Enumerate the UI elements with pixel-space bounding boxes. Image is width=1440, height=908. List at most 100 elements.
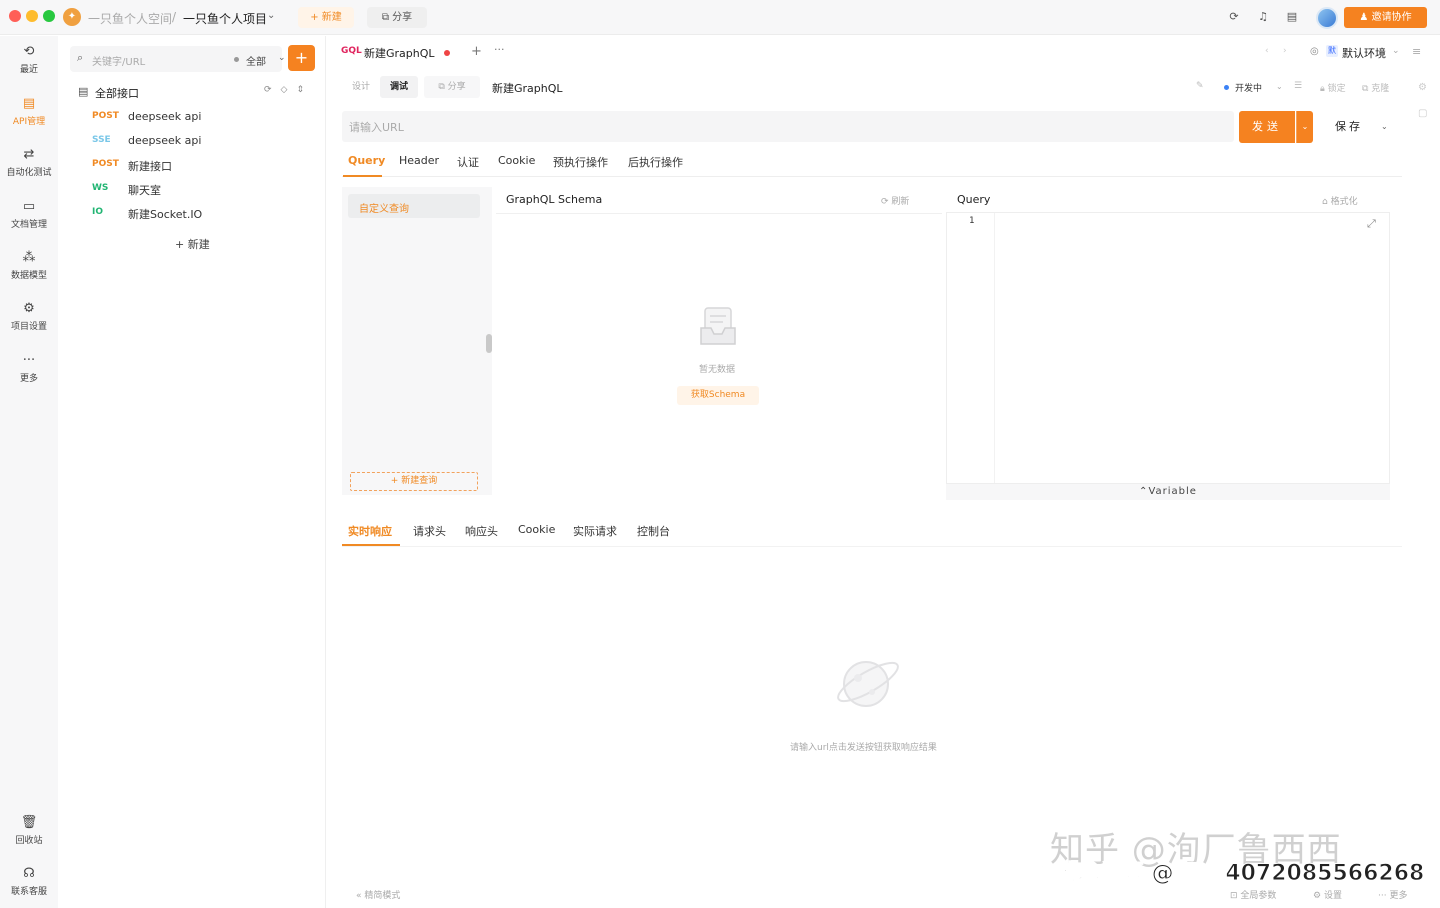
share-icon: ⧉ [381,12,393,23]
rail-item-trash[interactable]: 🗑 回收站 [0,815,58,846]
rail-item-automation[interactable]: ⇄ 自动化测试 [0,147,58,178]
breadcrumb-project[interactable]: 一只鱼个人项目 [183,10,267,27]
simple-mode-toggle[interactable]: « 精简模式 [356,888,400,901]
debug-mode-tab[interactable]: 调试 [380,76,418,98]
tree-new-button[interactable]: + 新建 [175,236,210,252]
query-item[interactable]: 自定义查询 [348,194,480,218]
lock-label: 锁定 [1327,84,1346,94]
tab-actual-request[interactable]: 实际请求 [573,523,617,539]
clone-button[interactable]: ⧉ 克隆 [1362,81,1389,94]
tree-item-socketio[interactable]: IO 新建Socket.IO [92,204,312,224]
rail-item-label: 项目设置 [10,322,47,332]
tab-response-headers[interactable]: 响应头 [465,523,498,539]
more-button[interactable]: ··· 更多 [1378,888,1407,901]
headset-icon: ☊ [23,866,35,881]
tab-pre-script[interactable]: 预执行操作 [553,154,608,170]
chevron-down-icon[interactable]: ⌄ [278,53,286,63]
resize-handle[interactable] [486,334,492,353]
status-select[interactable]: 开发中 [1235,81,1262,94]
breadcrumb-space[interactable]: 一只鱼个人空间 [88,10,172,27]
global-params-label: 全局参数 [1240,891,1277,901]
lock-button[interactable]: 🔒︎ 锁定 [1320,81,1346,94]
tab-query[interactable]: Query [348,154,385,167]
format-button[interactable]: ⌂ 格式化 [1322,194,1358,207]
model-icon: ⁂ [22,250,36,265]
minimize-window-button[interactable] [26,10,38,22]
design-mode-tab[interactable]: 设计 [342,76,380,98]
send-options-button[interactable]: ⌄ [1296,111,1313,143]
request-name[interactable]: 新建GraphQL [492,80,563,96]
rail-item-settings[interactable]: ⚙ 项目设置 [0,301,58,332]
close-window-button[interactable] [9,10,21,22]
rail-item-label: 回收站 [15,836,43,846]
tab-request-headers[interactable]: 请求头 [413,523,446,539]
share-button[interactable]: ⧉ 分享 [367,7,427,28]
tree-actions[interactable]: ⟳◇⇕ [264,85,313,95]
global-params-button[interactable]: ⊡ 全局参数 [1230,888,1276,901]
chevron-down-icon[interactable]: ⌄ [1276,82,1283,91]
url-placeholder: 请输入URL [349,121,404,134]
more-icon[interactable]: ··· [494,43,505,56]
tab-strip: GQL 新建GraphQL + ··· ‹ › ◎ 默 默认环境 ⌄ ≡ [330,36,1440,68]
tab-console[interactable]: 控制台 [637,523,670,539]
panel-icon[interactable]: ▢ [1418,108,1427,119]
tree-item-deepseek-sse[interactable]: SSE deepseek api [92,132,312,152]
search-input[interactable]: ⌕ 关键字/URL 全部 ⌄ [70,46,286,72]
rail-item-more[interactable]: ··· 更多 [0,353,58,384]
tree-item-name: 新建接口 [128,160,172,173]
maximize-window-button[interactable] [43,10,55,22]
send-button[interactable]: 发送 [1239,111,1295,143]
bell-icon[interactable]: ♫ [1256,10,1270,24]
variable-label: Variable [1148,486,1197,497]
filter-select[interactable]: 全部 [246,53,266,68]
share-doc-button[interactable]: ⧉ 分享 [424,76,480,98]
add-api-button[interactable]: + [288,45,315,71]
chevron-right-icon[interactable]: › [1283,46,1287,56]
chevron-down-icon[interactable]: ⌄ [267,10,275,21]
rail-item-docs[interactable]: ▭ 文档管理 [0,199,58,230]
query-title: Query [957,193,991,206]
new-tab-button[interactable]: + [471,44,482,59]
tab-response-cookie[interactable]: Cookie [518,523,555,536]
tab-auth[interactable]: 认证 [457,154,479,170]
sync-icon[interactable]: ⟳ [1227,10,1241,24]
rail-item-api[interactable]: ▤ API管理 [0,96,58,127]
rail-item-recent[interactable]: ⟲ 最近 [0,44,58,75]
invite-button[interactable]: ♟ 邀请协作 [1344,7,1427,28]
save-button[interactable]: 保存 ⌄ [1321,111,1397,143]
active-tab-indicator [342,544,400,546]
gear-icon: ⚙ [1313,891,1324,901]
tree-item-deepseek-post[interactable]: POST deepseek api [92,108,312,128]
query-item-label: 自定义查询 [359,204,409,215]
settings-button[interactable]: ⚙ 设置 [1313,888,1342,901]
variable-toggle[interactable]: ⌃Variable [946,484,1390,500]
tab-post-script[interactable]: 后执行操作 [628,154,683,170]
avatar[interactable] [1316,7,1338,29]
expand-icon[interactable]: ⤢ [1367,217,1376,231]
chevron-down-icon[interactable]: ⌄ [1392,46,1400,56]
new-query-button[interactable]: + 新建查询 [350,472,478,491]
url-input[interactable]: 请输入URL [342,111,1234,142]
chevron-down-icon[interactable]: ⌄ [1381,111,1388,143]
inbox-icon[interactable]: ▤ [1285,10,1299,24]
fetch-schema-button[interactable]: 获取Schema [677,386,759,405]
environment-select[interactable]: 默认环境 [1342,45,1386,61]
chevron-left-icon[interactable]: ‹ [1265,46,1269,56]
history-icon[interactable]: ☰ [1294,81,1302,91]
tree-item-chatroom[interactable]: WS 聊天室 [92,180,312,200]
tab-cookie[interactable]: Cookie [498,154,535,167]
tree-item-new-api[interactable]: POST 新建接口 [92,156,312,176]
tab-live-response[interactable]: 实时响应 [348,523,392,539]
refresh-schema-button[interactable]: ⟳ 刷新 [881,194,909,207]
tab-header[interactable]: Header [399,154,439,167]
settings-icon[interactable]: ⚙ [1418,82,1427,93]
tab-graphql[interactable]: 新建GraphQL [364,45,435,61]
new-button[interactable]: + 新建 [298,7,354,28]
menu-icon[interactable]: ≡ [1412,45,1421,58]
rail-item-support[interactable]: ☊ 联系客服 [0,866,58,897]
tree-root[interactable]: ▤ 全部接口 ⟳◇⇕ [78,84,318,102]
edit-icon[interactable]: ✎ [1196,81,1204,91]
invite-button-label: 邀请协作 [1371,12,1412,23]
rail-item-models[interactable]: ⁂ 数据模型 [0,250,58,281]
query-editor[interactable]: 1 [946,212,1390,484]
